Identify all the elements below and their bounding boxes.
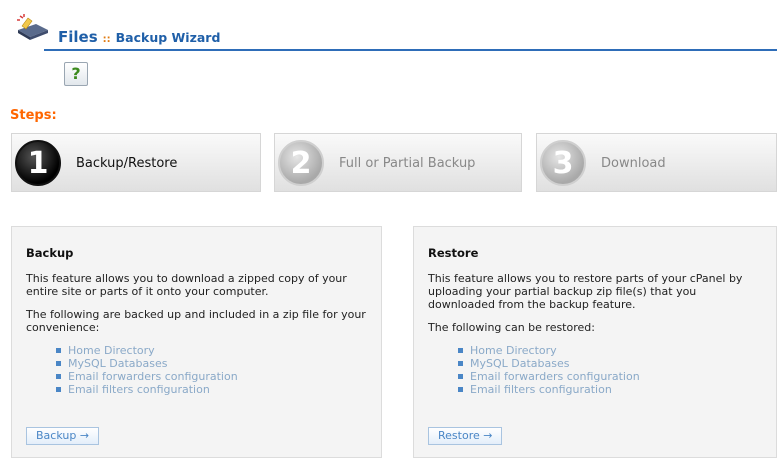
backup-title: Backup: [26, 246, 74, 260]
bullet-icon: [458, 361, 463, 366]
restore-items-list: Home Directory MySQL Databases Email for…: [458, 344, 762, 396]
step-number-icon: 3: [540, 140, 586, 186]
backup-description: This feature allows you to download a zi…: [26, 272, 347, 298]
page-title: Backup Wizard: [115, 30, 221, 45]
list-item: Email forwarders configuration: [458, 370, 762, 383]
step-number-icon: 1: [15, 140, 61, 186]
step-number-icon: 2: [278, 140, 324, 186]
bullet-icon: [458, 374, 463, 379]
header-divider: [44, 49, 777, 51]
list-item: Email forwarders configuration: [56, 370, 367, 383]
backup-items-list: Home Directory MySQL Databases Email for…: [56, 344, 367, 396]
backup-list-intro: The following are backed up and included…: [26, 308, 366, 334]
restore-description: This feature allows you to restore parts…: [428, 272, 743, 311]
list-item: Email filters configuration: [56, 383, 367, 396]
backup-wizard-icon: [14, 12, 50, 42]
list-item: Home Directory: [56, 344, 367, 357]
breadcrumb-separator: ::: [102, 34, 111, 45]
help-button[interactable]: ?: [64, 62, 88, 86]
steps-heading: Steps:: [10, 108, 57, 123]
step-2-full-or-partial-backup: 2 Full or Partial Backup: [274, 133, 522, 192]
restore-list-intro: The following can be restored:: [428, 321, 595, 334]
step-3-download: 3 Download: [536, 133, 777, 192]
restore-panel: Restore This feature allows you to resto…: [413, 226, 777, 458]
step-label: Full or Partial Backup: [339, 156, 476, 171]
restore-title: Restore: [428, 246, 479, 260]
breadcrumb: Files:: Backup Wizard: [58, 28, 220, 46]
restore-button[interactable]: Restore →: [428, 427, 503, 445]
step-label: Backup/Restore: [76, 156, 178, 171]
bullet-icon: [56, 387, 61, 392]
backup-button[interactable]: Backup →: [26, 427, 100, 445]
page-header: Files:: Backup Wizard: [0, 0, 777, 60]
list-item: Home Directory: [458, 344, 762, 357]
breadcrumb-files-link[interactable]: Files: [58, 28, 98, 46]
bullet-icon: [56, 348, 61, 353]
list-item: MySQL Databases: [458, 357, 762, 370]
list-item: Email filters configuration: [458, 383, 762, 396]
step-label: Download: [601, 156, 666, 171]
bullet-icon: [56, 374, 61, 379]
backup-panel: Backup This feature allows you to downlo…: [11, 226, 382, 458]
step-1-backup-restore: 1 Backup/Restore: [11, 133, 261, 192]
bullet-icon: [56, 361, 61, 366]
list-item: MySQL Databases: [56, 357, 367, 370]
bullet-icon: [458, 348, 463, 353]
bullet-icon: [458, 387, 463, 392]
